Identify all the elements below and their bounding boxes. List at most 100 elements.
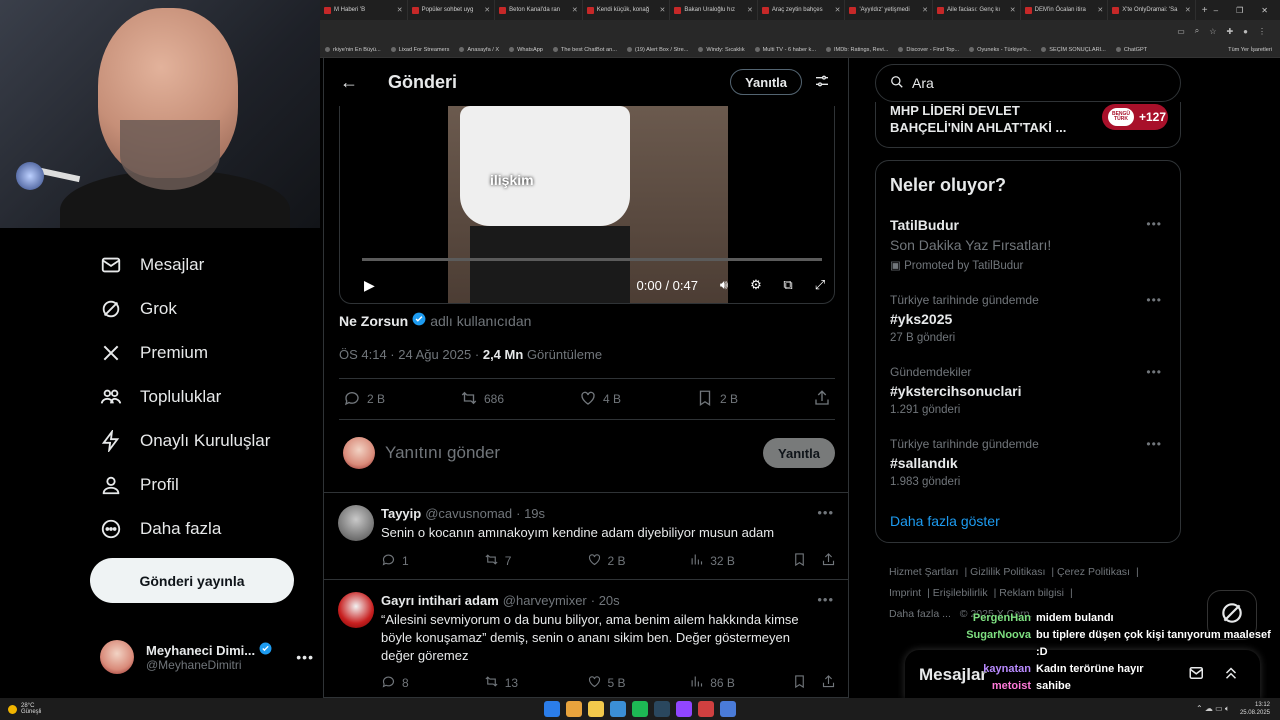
browser-tab[interactable]: Bakan Uraloğlu hız ✕ <box>670 0 758 20</box>
browser-tab[interactable]: Popüler sohbet uyg ✕ <box>408 0 496 20</box>
bookmark-item[interactable]: ChatGPT <box>1111 47 1152 53</box>
play-icon[interactable]: ▶ <box>364 277 375 294</box>
edge-icon[interactable] <box>610 701 626 717</box>
tab-close-icon[interactable]: ✕ <box>922 6 928 14</box>
bookmark-item[interactable]: Multi TV - 6 haber k... <box>750 47 821 53</box>
filter-sliders-icon[interactable] <box>814 73 830 92</box>
like-action[interactable]: 4 B <box>579 389 621 410</box>
more-dots-icon[interactable]: ••• <box>1146 293 1162 307</box>
promoted-trend[interactable]: ••• TatilBudur Son Dakika Yaz Fırsatları… <box>890 217 1170 272</box>
header-reply-button[interactable]: Yanıtla <box>730 69 802 95</box>
app-icon[interactable] <box>698 701 714 717</box>
trend-item[interactable]: ••• Türkiye tarihinde gündemde #yks2025 … <box>890 293 1170 344</box>
repost-action[interactable]: 13 <box>484 674 587 692</box>
picture-in-picture-icon[interactable]: ⧉ <box>772 277 804 293</box>
browser-tab[interactable]: Kendi küçük, konağ ✕ <box>583 0 671 20</box>
bookmark-item[interactable]: WhatsApp <box>504 47 548 53</box>
maximize-icon[interactable]: ❐ <box>1236 6 1243 15</box>
browser-tab[interactable]: Beton Kanal'da ran ✕ <box>495 0 583 20</box>
cast-icon[interactable]: ▭ <box>1177 27 1185 36</box>
back-arrow-icon[interactable]: ← <box>340 72 362 93</box>
like-action[interactable]: 5 B <box>587 674 690 692</box>
bookmark-item[interactable]: Oyuneks - Türkiye'n... <box>964 47 1036 53</box>
news-card[interactable]: MHP LİDERİ DEVLET BAHÇELİ'NİN AHLAT'TAKİ… <box>875 102 1181 148</box>
post-author-name[interactable]: Ne Zorsun <box>339 313 408 329</box>
clock[interactable]: 13:12 25.08.2025 <box>1240 701 1280 717</box>
tab-close-icon[interactable]: ✕ <box>484 6 490 14</box>
bookmark-item[interactable]: Anasayfa / X <box>454 47 504 53</box>
more-dots-icon[interactable]: ••• <box>1146 437 1162 451</box>
share-action[interactable] <box>821 552 836 570</box>
zoom-icon[interactable]: ⌕ <box>1195 26 1199 36</box>
browser-tab[interactable]: Araç zeytin bahçes ✕ <box>758 0 846 20</box>
trend-item[interactable]: ••• Gündemdekiler #ykstercihsonuclari 1.… <box>890 365 1170 416</box>
menu-icon[interactable]: ⋮ <box>1258 27 1266 36</box>
account-more-icon[interactable]: ••• <box>296 649 314 665</box>
app-icon[interactable] <box>720 701 736 717</box>
weather-widget[interactable]: 28°C Güneşli <box>0 703 200 715</box>
nav-item-verified-orgs[interactable]: Onaylı Kuruluşlar <box>100 425 270 457</box>
nav-item-communities[interactable]: Topluluklar <box>100 381 221 413</box>
bookmark-item[interactable]: Windy: Sıcaklık <box>693 47 749 53</box>
repost-action[interactable]: 7 <box>484 552 587 570</box>
reply-author-name[interactable]: Tayyip <box>381 506 421 521</box>
reply-action[interactable]: 8 <box>381 674 484 692</box>
bookmark-item[interactable]: Lixad For Streamers <box>386 47 455 53</box>
reply-author-name[interactable]: Gayrı intihari adam <box>381 593 499 608</box>
share-action[interactable] <box>821 674 836 692</box>
search-input[interactable]: Ara <box>875 64 1181 102</box>
video-progress-bar[interactable] <box>362 258 822 261</box>
more-dots-icon[interactable]: ••• <box>817 592 834 607</box>
reply-action[interactable]: 2 B <box>343 389 385 410</box>
footer-link[interactable]: Çerez Politikası <box>1057 566 1130 578</box>
tab-close-icon[interactable]: ✕ <box>747 6 753 14</box>
bookmark-action[interactable] <box>792 674 807 692</box>
bookmark-item[interactable]: IMDb: Ratings, Revi... <box>821 47 893 53</box>
tab-close-icon[interactable]: ✕ <box>1185 6 1191 14</box>
start-icon[interactable] <box>544 701 560 717</box>
volume-icon[interactable]: 🔊︎ <box>708 277 740 293</box>
tab-close-icon[interactable]: ✕ <box>572 6 578 14</box>
views-action[interactable]: 32 B <box>689 552 792 570</box>
account-switcher[interactable]: Meyhaneci Dimi... @MeyhaneDimitri ••• <box>100 634 314 680</box>
all-bookmarks[interactable]: Tüm Yer İşaretleri <box>1223 47 1280 53</box>
bookmark-item[interactable]: (19) Alert Box / Stre... <box>622 47 693 53</box>
reply-item[interactable]: Gayrı intihari adam @harveymixer · 20s •… <box>324 580 848 698</box>
tab-close-icon[interactable]: ✕ <box>397 6 403 14</box>
steam-icon[interactable] <box>654 701 670 717</box>
settings-gear-icon[interactable]: ⚙ <box>740 277 772 293</box>
twitch-icon[interactable] <box>676 701 692 717</box>
nav-item-profile[interactable]: Profil <box>100 469 179 501</box>
browser-tab[interactable]: Aile faciası: Genç kı ✕ <box>933 0 1021 20</box>
show-more-link[interactable]: Daha fazla göster <box>890 513 1000 529</box>
browser-tab[interactable]: X'te OnlyDramai: 'Sa ✕ <box>1108 0 1196 20</box>
post-button[interactable]: Gönderi yayınla <box>90 558 294 603</box>
more-dots-icon[interactable]: ••• <box>1146 365 1162 379</box>
browser-tab[interactable]: M Haberi 'B ✕ <box>320 0 408 20</box>
tab-close-icon[interactable]: ✕ <box>659 6 665 14</box>
tab-close-icon[interactable]: ✕ <box>1097 6 1103 14</box>
browser-tab[interactable]: DEM'in Öcalan itira ✕ <box>1021 0 1109 20</box>
avatar[interactable] <box>338 592 374 628</box>
bookmark-item[interactable]: SEÇİM SONUÇLARI... <box>1036 47 1111 53</box>
bookmark-item[interactable]: The best ChatBot an... <box>548 47 622 53</box>
reply-action[interactable]: 1 <box>381 552 484 570</box>
video-player[interactable]: ilişkim ▶ 0:00 / 0:47 🔊︎ ⚙ ⧉ ⤢ <box>339 106 835 304</box>
more-dots-icon[interactable]: ••• <box>817 505 834 520</box>
browser-tab[interactable]: 'Ayyıldız' yetişmedi ✕ <box>845 0 934 20</box>
post-timestamp[interactable]: ÖS 4:14 · 24 Ağu 2025 · <box>339 347 479 362</box>
bookmark-item[interactable]: Discover - Find Top... <box>893 47 964 53</box>
bookmark-action[interactable] <box>792 552 807 570</box>
reply-item[interactable]: Tayyip @cavusnomad · 19s ••• Senin o koc… <box>324 493 848 580</box>
system-tray[interactable]: ⌃ ☁ ▭ 🔈︎ <box>1196 704 1230 714</box>
spotify-icon[interactable] <box>632 701 648 717</box>
nav-item-more[interactable]: Daha fazla <box>100 513 221 545</box>
file-explorer-icon[interactable] <box>588 701 604 717</box>
tab-close-icon[interactable]: ✕ <box>1010 6 1016 14</box>
reply-input[interactable]: Yanıtını gönder <box>385 443 500 463</box>
minimize-icon[interactable]: – <box>1214 6 1218 15</box>
footer-link[interactable]: Imprint <box>889 587 921 599</box>
close-icon[interactable]: ✕ <box>1261 6 1268 15</box>
profile-icon[interactable]: ● <box>1243 27 1248 36</box>
views-action[interactable]: 86 B <box>689 674 792 692</box>
